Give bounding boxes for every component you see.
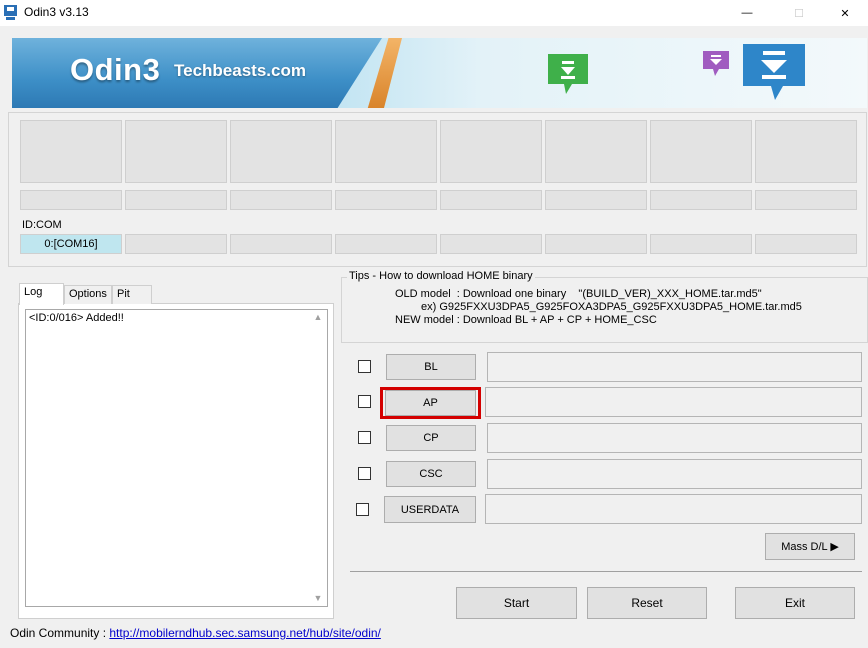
close-button[interactable]: ✕ [822,0,868,26]
tab-log[interactable]: Log [19,283,64,305]
blue-download-icon [743,44,805,100]
ap-file-path-field[interactable] [485,387,862,417]
port-status-cell [230,190,332,210]
log-textarea[interactable] [25,309,328,607]
port-status-cell [545,190,647,210]
com-port-cell [125,234,227,254]
ap-checkbox[interactable] [358,395,371,408]
userdata-button[interactable]: USERDATA [384,496,476,523]
csc-file-path-field[interactable] [487,459,862,489]
tab-pit[interactable]: Pit [112,285,152,304]
com-port-cell [755,234,857,254]
banner-subtitle: Techbeasts.com [174,61,306,80]
cp-button[interactable]: CP [386,425,476,451]
com-port-cell: 0:[COM16] [20,234,122,254]
port-status-cell [755,190,857,210]
tab-options[interactable]: Options [64,285,112,304]
port-status-cell [125,190,227,210]
community-label: Odin Community : [10,626,110,640]
community-link[interactable]: http://mobilerndhub.sec.samsung.net/hub/… [109,626,381,640]
odin-banner: Odin3 Techbeasts.com [12,38,867,108]
bl-button[interactable]: BL [386,354,476,380]
com-port-cell [230,234,332,254]
port-status-cell [440,190,542,210]
ap-button[interactable]: AP [385,390,476,416]
userdata-checkbox[interactable] [356,503,369,516]
tips-example: ex) G925FXXU3DPA5_G925FOXA3DPA5_G925FXXU… [421,301,802,313]
cp-file-path-field[interactable] [487,423,862,453]
green-download-icon [548,54,588,94]
com-port-cell [545,234,647,254]
reset-button[interactable]: Reset [587,587,707,619]
maximize-button[interactable]: ☐ [776,0,822,26]
port-progress-cell [230,120,332,183]
tips-title: Tips - How to download HOME binary [347,270,535,282]
bl-file-path-field[interactable] [487,352,862,382]
port-progress-cell [20,120,122,183]
id-com-label: ID:COM [22,219,62,231]
scroll-down-arrow-icon[interactable]: ▼ [311,593,325,605]
port-status-cell [335,190,437,210]
cp-checkbox[interactable] [358,431,371,444]
userdata-file-path-field[interactable] [485,494,862,524]
tips-new-model: NEW model : Download BL + AP + CP + HOME… [395,314,657,326]
bl-checkbox[interactable] [358,360,371,373]
com-port-cell [650,234,752,254]
divider [350,571,862,572]
port-progress-cell [545,120,647,183]
exit-button[interactable]: Exit [735,587,855,619]
community-footer: Odin Community : http://mobilerndhub.sec… [10,626,381,640]
window-title: Odin3 v3.13 [24,5,89,19]
csc-button[interactable]: CSC [386,461,476,487]
mass-download-button[interactable]: Mass D/L ▶ [765,533,855,560]
port-progress-cell [755,120,857,183]
com-port-cell [335,234,437,254]
port-progress-cell [125,120,227,183]
purple-download-icon [703,51,729,76]
log-entry: <ID:0/016> Added!! [29,312,124,324]
port-status-cell [20,190,122,210]
port-status-cell [650,190,752,210]
scroll-up-arrow-icon[interactable]: ▲ [311,312,325,324]
port-progress-cell [650,120,752,183]
banner-logo-text: Odin3 [70,52,161,87]
csc-checkbox[interactable] [358,467,371,480]
port-progress-cell [335,120,437,183]
start-button[interactable]: Start [456,587,577,619]
port-progress-cell [440,120,542,183]
minimize-button[interactable]: — [724,0,770,26]
tips-old-model: OLD model : Download one binary "(BUILD_… [395,288,762,300]
com-port-cell [440,234,542,254]
odin-app-icon [4,5,17,20]
